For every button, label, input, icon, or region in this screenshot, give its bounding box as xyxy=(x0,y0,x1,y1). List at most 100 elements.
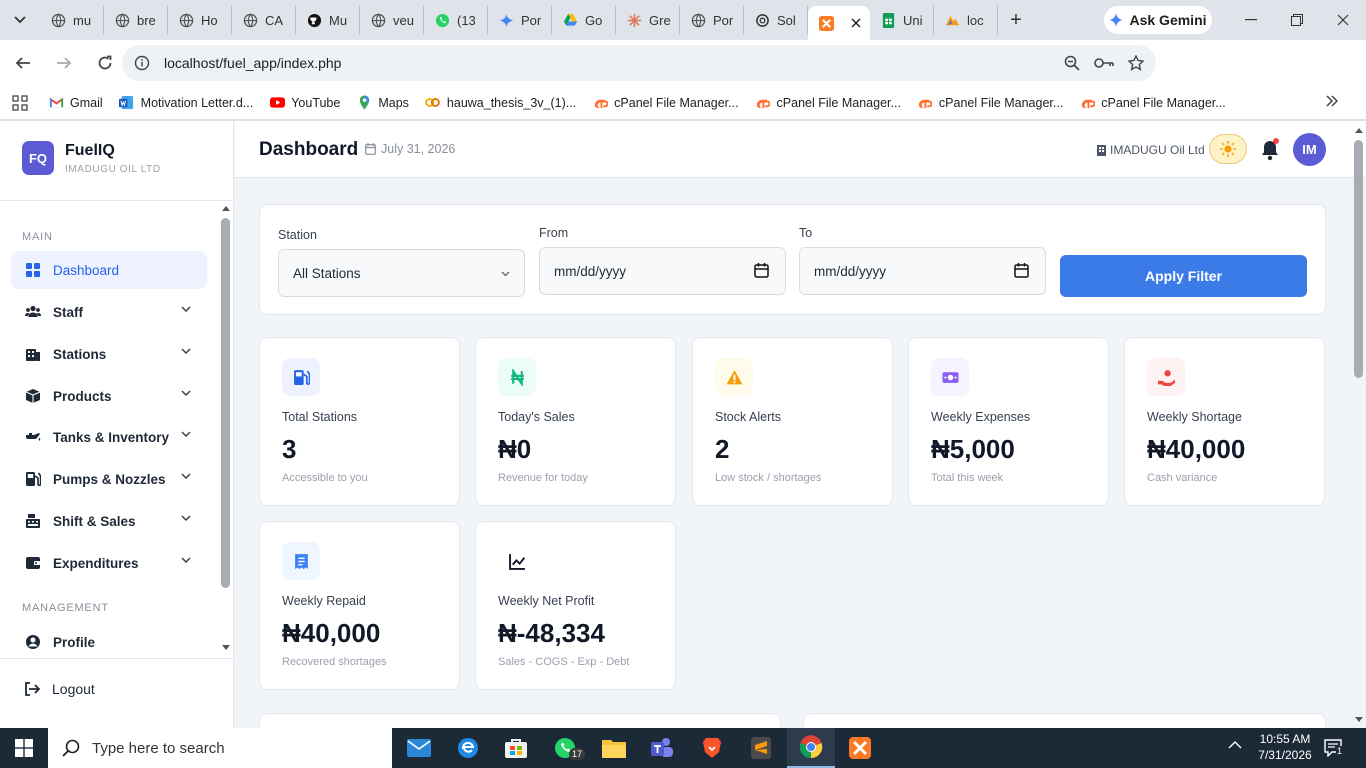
password-key-icon[interactable] xyxy=(1094,56,1114,70)
stat-card-label: Stock Alerts xyxy=(715,410,781,424)
start-button[interactable] xyxy=(0,728,48,768)
sublime-app[interactable] xyxy=(737,728,785,768)
chevron-down-icon xyxy=(181,431,191,437)
browser-tab[interactable]: (13 xyxy=(424,5,488,35)
apps-button[interactable] xyxy=(12,94,28,111)
word-icon xyxy=(119,95,134,110)
xampp-app[interactable] xyxy=(836,728,884,768)
stat-card-icon xyxy=(282,358,320,396)
main-scroll-down-arrow[interactable] xyxy=(1354,715,1364,723)
theme-toggle-button[interactable] xyxy=(1209,134,1247,164)
scroll-up-arrow[interactable] xyxy=(221,204,231,212)
edge-app[interactable] xyxy=(444,728,492,768)
sidebar-item-products[interactable]: Products xyxy=(11,377,207,415)
chevron-down-icon xyxy=(501,271,510,277)
tab-title: Gre xyxy=(649,12,671,28)
bookmark-star-icon[interactable] xyxy=(1128,55,1144,71)
bookmark-item[interactable]: hauwa_thesis_3v_(1)... xyxy=(425,95,576,111)
taskbar-clock[interactable]: 10:55 AM 7/31/2026 xyxy=(1250,731,1320,763)
browser-tab[interactable]: veu xyxy=(360,5,424,35)
browser-tab[interactable]: loc xyxy=(934,5,998,35)
sidebar-item-tanks-inventory[interactable]: Tanks & Inventory xyxy=(11,418,207,456)
back-button[interactable] xyxy=(5,45,41,81)
sidebar-item-pumps-nozzles[interactable]: Pumps & Nozzles xyxy=(11,460,207,498)
notification-center-button[interactable]: 1 xyxy=(1324,739,1344,757)
browser-tab[interactable]: Por xyxy=(680,5,744,35)
address-bar[interactable]: localhost/fuel_app/index.php xyxy=(122,45,1156,81)
scroll-down-arrow[interactable] xyxy=(221,643,231,651)
restore-button[interactable] xyxy=(1274,0,1320,40)
github-icon xyxy=(307,13,321,27)
globe-icon xyxy=(51,13,65,27)
store-app[interactable] xyxy=(492,728,540,768)
wallet-icon xyxy=(26,557,40,569)
tab-title: bre xyxy=(137,12,156,28)
whatsapp-app[interactable]: 17 xyxy=(541,728,589,768)
mail-app[interactable] xyxy=(395,728,443,768)
logout-icon xyxy=(25,682,40,696)
taskbar-search[interactable]: Type here to search xyxy=(48,728,392,768)
file-explorer-app[interactable] xyxy=(590,728,638,768)
sidebar-item-staff[interactable]: Staff xyxy=(11,293,207,331)
sidebar-item-label: Staff xyxy=(53,304,83,320)
logout-button[interactable]: Logout xyxy=(24,681,95,697)
sidebar-item-stations[interactable]: Stations xyxy=(11,335,207,373)
main-scroll-up-arrow[interactable] xyxy=(1354,126,1364,134)
reload-button[interactable] xyxy=(87,45,123,81)
main-scrollbar[interactable] xyxy=(1354,140,1363,378)
browser-tab[interactable]: CA xyxy=(232,5,296,35)
browser-tab[interactable]: Por xyxy=(488,5,552,35)
browser-tab[interactable]: mu xyxy=(40,5,104,35)
brave-app[interactable] xyxy=(688,728,736,768)
bookmark-item[interactable]: YouTube xyxy=(269,95,340,111)
chevron-down-icon xyxy=(14,16,26,24)
browser-tab[interactable]: Gre xyxy=(616,5,680,35)
system-tray-chevron[interactable] xyxy=(1228,741,1242,749)
chrome-app[interactable] xyxy=(787,728,835,768)
minimize-button[interactable] xyxy=(1228,0,1274,40)
cpanel-icon xyxy=(1081,99,1095,109)
tab-search-button[interactable] xyxy=(0,0,40,40)
cpanel-icon xyxy=(919,99,933,109)
zoom-icon[interactable] xyxy=(1064,55,1080,71)
stat-card-subtitle: Sales - COGS - Exp - Debt xyxy=(498,656,630,668)
close-window-button[interactable] xyxy=(1320,0,1366,40)
sidebar-item-expenditures[interactable]: Expenditures xyxy=(11,544,207,582)
from-date-input[interactable]: mm/dd/yyyy xyxy=(539,247,786,295)
xampp-icon xyxy=(849,737,871,759)
ask-gemini-button[interactable]: Ask Gemini xyxy=(1104,6,1212,34)
oil-can-icon xyxy=(26,433,41,441)
user-avatar[interactable]: IM xyxy=(1293,133,1326,166)
bookmark-item[interactable]: cPanel File Manager... xyxy=(1079,95,1226,111)
brand[interactable]: FQ FuelIQ IMADUGU OIL LTD xyxy=(22,141,161,175)
browser-tab[interactable]: bre xyxy=(104,5,168,35)
users-icon xyxy=(25,305,41,317)
bookmark-item[interactable]: cPanel File Manager... xyxy=(592,95,739,111)
bookmark-item[interactable]: cPanel File Manager... xyxy=(755,95,901,111)
browser-tab[interactable]: Ho xyxy=(168,5,232,35)
close-tab-icon[interactable] xyxy=(851,18,861,28)
sidebar-item-dashboard[interactable]: Dashboard xyxy=(11,251,207,289)
browser-tab[interactable]: Mu xyxy=(296,5,360,35)
browser-tab[interactable]: Sol xyxy=(744,5,808,35)
sidebar-item-shift-sales[interactable]: Shift & Sales xyxy=(11,502,207,540)
bookmark-item[interactable]: cPanel File Manager... xyxy=(917,95,1063,111)
bookmark-item[interactable]: Motivation Letter.d... xyxy=(119,95,253,111)
bookmark-item[interactable]: Maps xyxy=(356,95,409,111)
browser-tab[interactable] xyxy=(808,6,870,40)
stat-card-subtitle: Low stock / shortages xyxy=(715,472,822,484)
whatsapp-icon xyxy=(435,13,449,27)
new-tab-button[interactable]: + xyxy=(998,2,1034,38)
browser-tab[interactable]: Go xyxy=(552,5,616,35)
sidebar-item-profile[interactable]: Profile xyxy=(11,623,207,653)
apply-filter-button[interactable]: Apply Filter xyxy=(1060,255,1307,297)
more-bookmarks-button[interactable] xyxy=(1326,95,1338,107)
browser-tab[interactable]: Uni xyxy=(870,5,934,35)
forward-button[interactable] xyxy=(46,45,82,81)
sidebar-item-label: Shift & Sales xyxy=(53,513,136,529)
sidebar-scrollbar[interactable] xyxy=(221,218,230,588)
teams-app[interactable] xyxy=(638,728,686,768)
station-select[interactable]: All Stations xyxy=(278,249,525,297)
to-date-input[interactable]: mm/dd/yyyy xyxy=(799,247,1046,295)
bookmark-item[interactable]: Gmail xyxy=(48,95,103,111)
